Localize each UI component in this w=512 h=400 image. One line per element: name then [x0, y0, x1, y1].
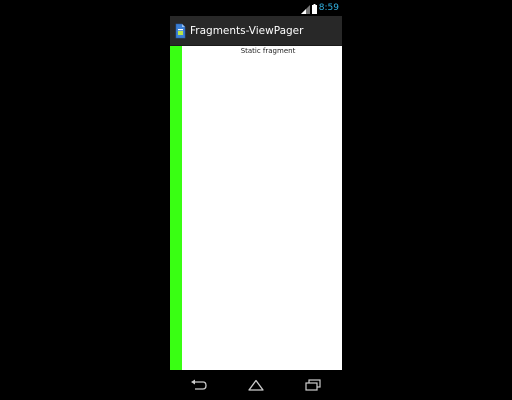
recent-apps-button[interactable] [298, 374, 328, 396]
back-button[interactable] [184, 374, 214, 396]
status-icons: 8:59 [300, 2, 339, 14]
phone-screen: 8:59 Fragments-ViewPager Static fragment [170, 0, 342, 400]
status-bar: 8:59 [170, 0, 342, 16]
app-title: Fragments-ViewPager [190, 24, 304, 37]
recent-apps-icon [304, 376, 322, 395]
navigation-bar [170, 370, 342, 400]
back-icon [190, 376, 208, 395]
battery-icon [311, 0, 317, 18]
screen-background: 8:59 Fragments-ViewPager Static fragment [0, 0, 512, 400]
status-time: 8:59 [318, 3, 339, 13]
green-fragment-strip [170, 46, 182, 370]
app-launcher-icon[interactable] [174, 22, 186, 40]
fragment-content: Static fragment [170, 46, 342, 370]
home-icon [247, 376, 265, 395]
static-fragment-label: Static fragment [240, 47, 296, 55]
signal-icon [300, 0, 310, 18]
action-bar: Fragments-ViewPager [170, 16, 342, 46]
home-button[interactable] [241, 374, 271, 396]
